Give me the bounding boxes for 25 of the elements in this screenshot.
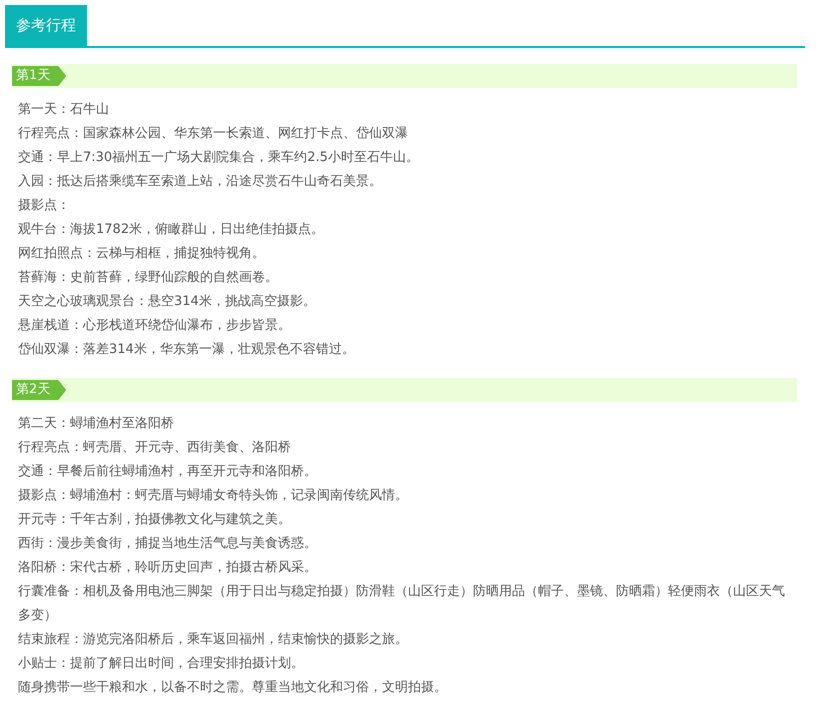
itinerary-text: 摄影点： xyxy=(18,197,71,215)
itinerary-text: 小贴士：提前了解日出时间，合理安排拍摄计划。 xyxy=(18,655,305,673)
itinerary-text: 开元寺：千年古刹，拍摄佛教文化与建筑之美。 xyxy=(18,511,292,529)
itinerary-text: 网红拍照点：云梯与相框，捕捉独特视角。 xyxy=(18,245,266,263)
itinerary-text: 行程亮点：蚵壳厝、开元寺、西街美食、洛阳桥 xyxy=(18,439,292,457)
itinerary-text: 洛阳桥：宋代古桥，聆听历史回声，拍摄古桥风采。 xyxy=(18,559,318,577)
itinerary-text: 观牛台：海拔1782米，俯瞰群山，日出绝佳拍摄点。 xyxy=(18,221,326,239)
itinerary-text: 苔藓海：史前苔藓，绿野仙踪般的自然画卷。 xyxy=(18,269,279,287)
itinerary-text: 天空之心玻璃观景台：悬空314米，挑战高空摄影。 xyxy=(18,293,317,311)
itinerary-text: 第一天：石牛山 xyxy=(18,101,110,119)
tab[interactable]: 参考行程 xyxy=(5,5,87,46)
itinerary-text: 岱仙双瀑：落差314米，华东第一瀑，壮观景色不容错过。 xyxy=(18,341,356,359)
itinerary-text: 交通：早上7:30福州五一广场大剧院集合，乘车约2.5小时至石牛山。 xyxy=(18,149,420,167)
itinerary-text: 西街：漫步美食街，捕捉当地生活气息与美食诱惑。 xyxy=(18,535,318,553)
itinerary-text: 结束旅程：游览完洛阳桥后，乘车返回福州，结束愉快的摄影之旅。 xyxy=(18,631,409,649)
itinerary-text: 随身携带一些干粮和水，以备不时之需。尊重当地文化和习俗，文明拍摄。 xyxy=(18,679,448,697)
itinerary-text: 第二天：蟳埔渔村至洛阳桥 xyxy=(18,415,175,433)
itinerary-text: 摄影点：蟳埔渔村：蚵壳厝与蟳埔女奇特头饰，记录闽南传统风情。 xyxy=(18,487,409,505)
itinerary-text: 入园：抵达后搭乘缆车至索道上站，沿途尽赏石牛山奇石美景。 xyxy=(18,173,383,191)
itinerary-text: 行囊准备：相机及备用电池三脚架（用于日出与稳定拍摄）防滑鞋（山区行走）防晒用品（帽子、墨镜、防晒霜）轻便雨衣（山区天气多变） xyxy=(18,583,786,625)
itinerary-text: 悬崖栈道：心形栈道环绕岱仙瀑布，步步皆景。 xyxy=(18,317,292,335)
day-label: 第2天 xyxy=(12,380,66,400)
itinerary-text: 交通：早餐后前往蟳埔渔村，再至开元寺和洛阳桥。 xyxy=(18,463,318,481)
itinerary-text: 行程亮点：国家森林公园、华东第一长索道、网红打卡点、岱仙双瀑 xyxy=(18,125,409,143)
day-label: 第1天 xyxy=(12,66,66,86)
